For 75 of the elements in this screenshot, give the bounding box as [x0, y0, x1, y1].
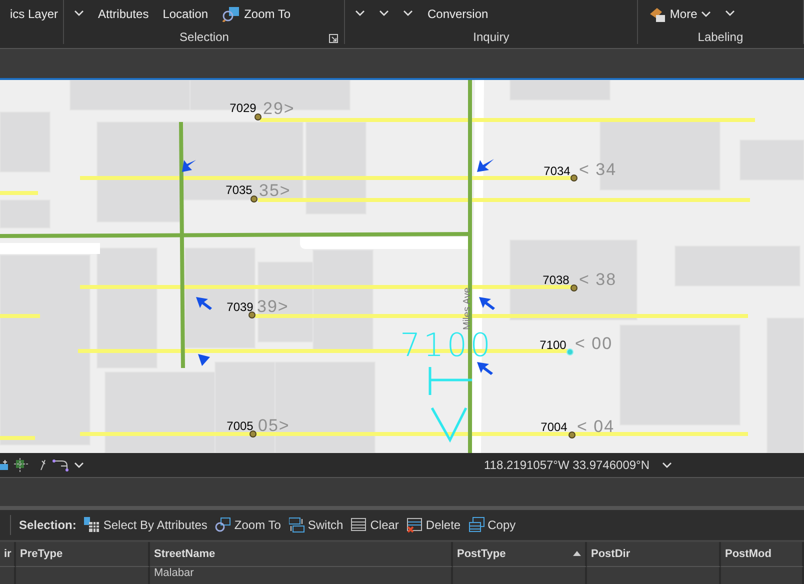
address-point[interactable]: [250, 430, 256, 438]
ghost-address-label: 29>: [263, 99, 295, 118]
delete-button[interactable]: Delete: [406, 517, 461, 533]
address-label: 7100: [540, 338, 566, 352]
column-header[interactable]: ir: [0, 542, 16, 567]
direction-arrow: [477, 159, 494, 172]
chevron-icon[interactable]: [74, 462, 84, 468]
delete-icon: [406, 517, 423, 533]
address-point[interactable]: [250, 196, 258, 202]
street-label: Miles Ave: [462, 287, 473, 330]
column-header[interactable]: PostDir: [587, 542, 721, 567]
address-label: 7035: [226, 183, 252, 197]
address-point[interactable]: [570, 284, 578, 292]
address-point[interactable]: [248, 312, 256, 318]
chevron-icon[interactable]: [662, 462, 672, 468]
address-label: 7004: [540, 420, 568, 434]
direction-arrow: [182, 160, 196, 172]
snapping-icon[interactable]: [0, 458, 10, 472]
table-select-icon: [84, 517, 100, 533]
column-header[interactable]: PostMod: [721, 542, 804, 567]
dialog-launcher-icon[interactable]: [329, 34, 338, 43]
direction-arrow: [196, 297, 212, 310]
ghost-address-label: < 00: [575, 334, 613, 353]
copy-button[interactable]: Copy: [468, 517, 516, 533]
select-button[interactable]: Select By Attributes: [84, 517, 208, 533]
chevron-icon[interactable]: [725, 10, 736, 17]
group-label: Inquiry: [472, 30, 510, 44]
direction-arrow: [479, 297, 495, 310]
copy-icon: [468, 517, 485, 533]
ghost-address-label: 35>: [259, 181, 291, 200]
chevron-icon: [701, 10, 712, 18]
ghost-address-label: < 34: [579, 160, 617, 179]
switch-button[interactable]: Switch: [288, 517, 344, 533]
address-point[interactable]: [570, 174, 578, 182]
direction-arrow: [477, 362, 493, 375]
address-label: 7005: [226, 419, 254, 433]
column-header[interactable]: PostType: [453, 542, 587, 567]
ribbon-button[interactable]: Attributes: [98, 6, 149, 22]
coordinates-readout: 118.2191057°W 33.9746009°N: [484, 458, 650, 472]
column-header[interactable]: PreType: [16, 542, 150, 567]
chevron-icon[interactable]: [379, 10, 390, 17]
more-button[interactable]: More: [648, 6, 712, 22]
constraint-icon[interactable]: [52, 458, 70, 472]
ghost-address-label: 39>: [257, 297, 289, 316]
toolbar-label: Selection:: [19, 518, 76, 532]
address-point[interactable]: [254, 114, 262, 120]
address-label: 7039: [226, 300, 254, 314]
zoom-to-icon: [215, 517, 232, 533]
table-cell: Malabar: [150, 567, 453, 584]
table-cell: [0, 567, 16, 584]
ghost-address-label: 05>: [258, 416, 290, 435]
grid-icon[interactable]: [14, 458, 28, 472]
group-label: Selection: [178, 30, 230, 44]
address-label: 7034: [544, 164, 570, 178]
column-header[interactable]: StreetName: [150, 542, 453, 567]
ghost-address-label: < 04: [577, 417, 615, 436]
ribbon-button[interactable]: ics Layer: [10, 6, 58, 22]
switch-icon: [288, 517, 305, 533]
zoom-to-button[interactable]: Zoom To: [222, 6, 291, 22]
zoom-button[interactable]: Zoom To: [215, 517, 281, 533]
ghost-address-label: < 38: [579, 270, 617, 289]
zoom-to-icon: [222, 6, 240, 22]
label-icon: [648, 6, 666, 22]
group-label: Labeling: [696, 30, 744, 44]
chevron-icon[interactable]: [355, 10, 366, 17]
address-label: 7038: [542, 273, 570, 287]
address-label: 7029: [230, 101, 256, 115]
clear-button[interactable]: Clear: [351, 517, 399, 533]
list-icon: [351, 517, 368, 533]
address-point[interactable]: [568, 432, 576, 438]
chevron-icon[interactable]: [74, 10, 84, 17]
ribbon-button[interactable]: Location: [162, 6, 208, 22]
direction-arrow: [198, 354, 210, 366]
chevron-icon[interactable]: [403, 10, 414, 17]
ribbon-button[interactable]: Conversion: [427, 6, 488, 22]
